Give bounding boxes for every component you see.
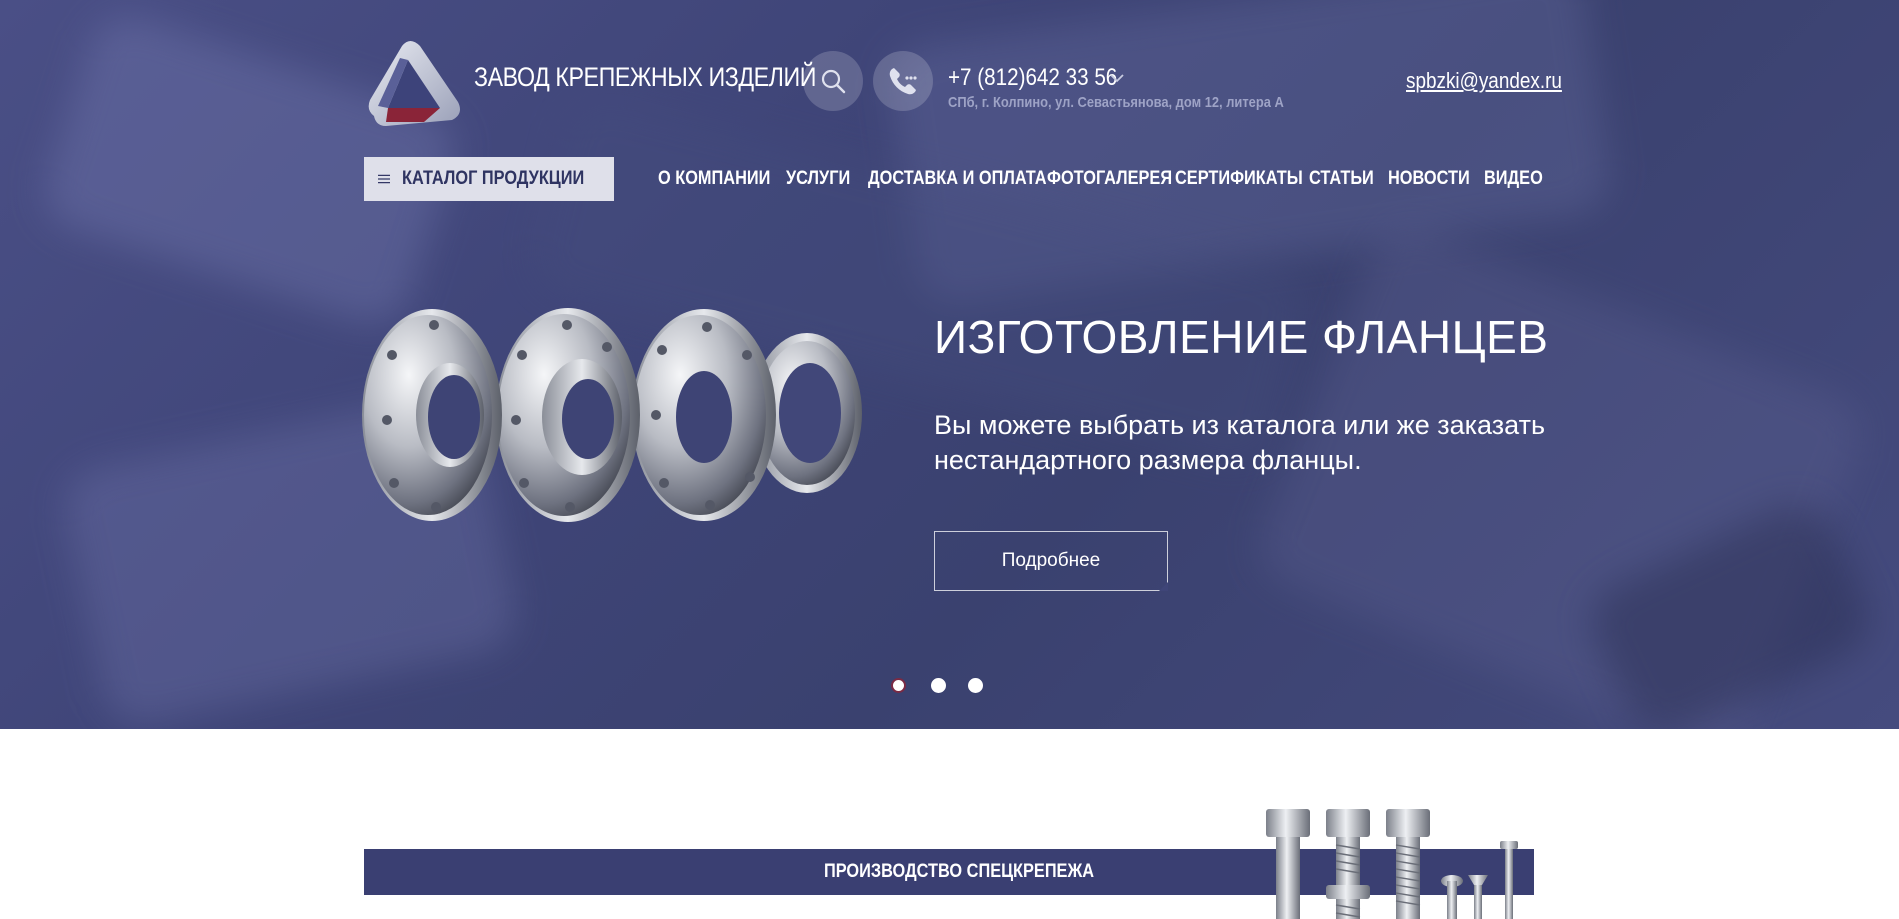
- slider-dot-1[interactable]: [891, 678, 906, 693]
- more-button[interactable]: Подробнее: [934, 531, 1168, 591]
- chevron-down-icon[interactable]: [1110, 73, 1124, 83]
- slide-description: Вы можете выбрать из каталога или же зак…: [934, 410, 1546, 475]
- address: СПб, г. Колпино, ул. Севастьянова, дом 1…: [948, 94, 1284, 111]
- flanges-image: [362, 308, 862, 522]
- phone-icon: [889, 68, 917, 95]
- nav-gallery[interactable]: ФОТОГАЛЕРЕЯ: [1047, 168, 1172, 190]
- nav-news[interactable]: НОВОСТИ: [1388, 168, 1470, 190]
- catalog-button[interactable]: КАТАЛОГ ПРОДУКЦИИ: [364, 157, 958, 201]
- callback-button[interactable]: [873, 51, 933, 111]
- nav-about[interactable]: О КОМПАНИИ: [658, 168, 770, 190]
- brand-name[interactable]: ЗАВОД КРЕПЕЖНЫХ ИЗДЕЛИЙ: [474, 62, 816, 93]
- bolts-image: [1266, 809, 1518, 919]
- button-corner: [1159, 582, 1168, 591]
- slider-dot-3[interactable]: [968, 678, 983, 693]
- slide-title: ИЗГОТОВЛЕНИЕ ФЛАНЦЕВ: [934, 311, 1549, 363]
- search-button[interactable]: [803, 51, 863, 111]
- hero-banner: ЗАВОД КРЕПЕЖНЫХ ИЗДЕЛИЙ +7 (812)642 33 5…: [0, 0, 1899, 729]
- menu-icon: [378, 174, 391, 184]
- logo-icon[interactable]: [364, 38, 464, 128]
- catalog-label: КАТАЛОГ ПРОДУКЦИИ: [402, 168, 585, 189]
- more-button-label: Подробнее: [1001, 550, 1101, 571]
- nav-services[interactable]: УСЛУГИ: [786, 168, 850, 190]
- email-link[interactable]: spbzki@yandex.ru: [1406, 68, 1562, 94]
- section-title: ПРОИЗВОДСТВО СПЕЦКРЕПЕЖА: [824, 861, 1095, 882]
- nav-articles[interactable]: СТАТЬИ: [1309, 168, 1374, 190]
- search-icon: [821, 69, 846, 94]
- slider-dot-2[interactable]: [931, 678, 946, 693]
- nav-certificates[interactable]: СЕРТИФИКАТЫ: [1175, 168, 1303, 190]
- nav-video[interactable]: ВИДЕО: [1484, 168, 1543, 190]
- phone-number[interactable]: +7 (812)642 33 56: [948, 64, 1117, 92]
- nav-delivery[interactable]: ДОСТАВКА И ОПЛАТА: [868, 168, 1047, 190]
